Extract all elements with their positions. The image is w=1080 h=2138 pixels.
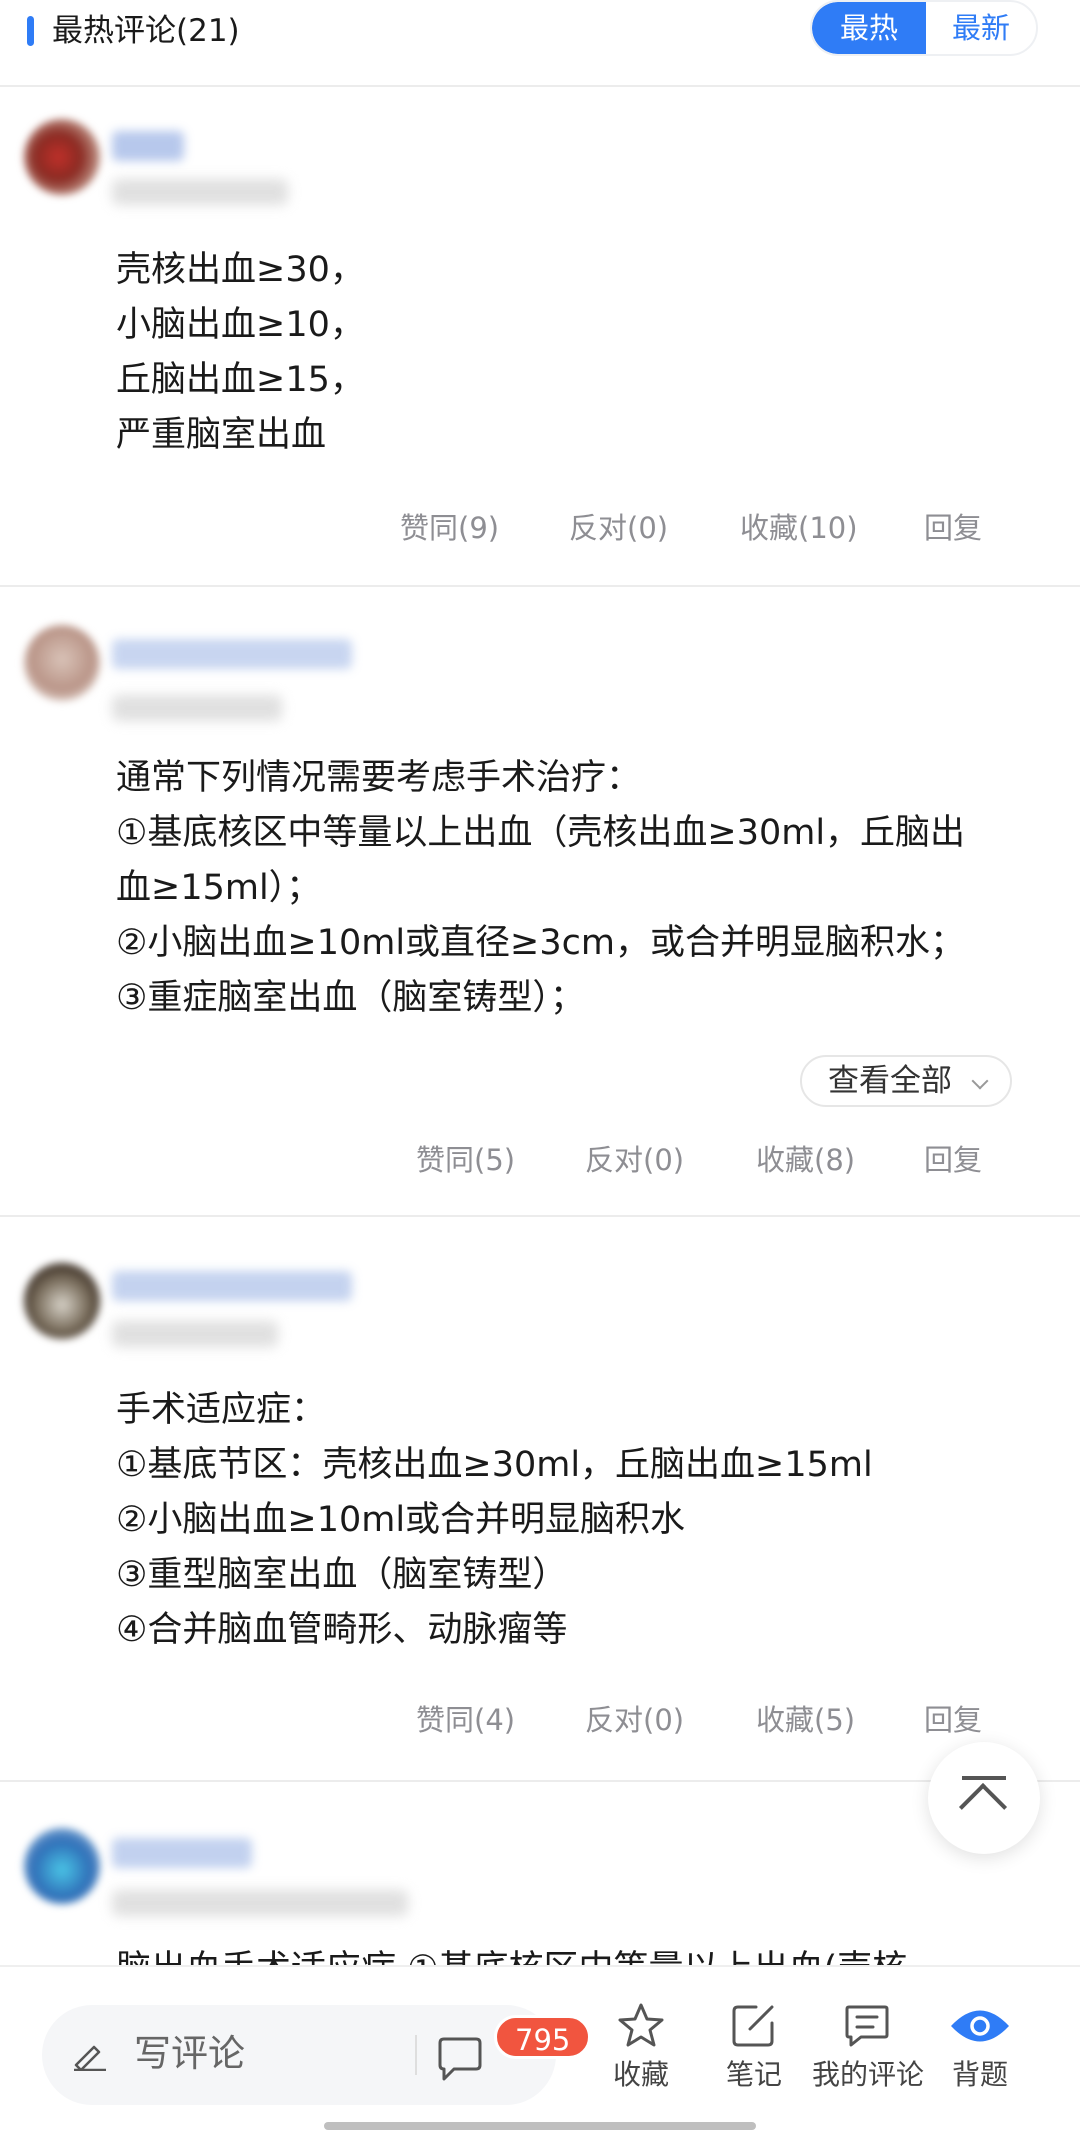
avatar[interactable] <box>24 625 100 701</box>
back-to-top-button[interactable] <box>928 1742 1040 1854</box>
comment-text: 通常下列情况需要考虑手术治疗： ①基底核区中等量以上出血（壳核出血≥30ml，丘… <box>116 758 966 1018</box>
section-accent-bar <box>27 16 34 46</box>
comment-item: 脑出血手术适应症 ①基底核区中等量以上出血(壳核 <box>0 1782 1080 1965</box>
username-blurred[interactable] <box>112 131 184 161</box>
comment-text: 壳核出血≥30， 小脑出血≥10， 丘脑出血≥15， 严重脑室出血 <box>116 250 365 455</box>
reply-button[interactable]: 回复 <box>924 505 982 547</box>
reply-button[interactable]: 回复 <box>924 1137 982 1179</box>
note-icon <box>732 2005 774 2047</box>
username-blurred[interactable] <box>112 1838 252 1868</box>
username-blurred[interactable] <box>112 639 352 669</box>
avatar[interactable] <box>24 119 100 195</box>
collect-button[interactable]: 收藏(10) <box>740 505 858 547</box>
avatar[interactable] <box>24 1828 100 1904</box>
like-button[interactable]: 赞同(4) <box>416 1697 515 1739</box>
eye-icon <box>951 2010 1009 2042</box>
comment-item: 壳核出血≥30， 小脑出血≥10， 丘脑出血≥15， 严重脑室出血 赞同(9) … <box>0 87 1080 587</box>
post-date-blurred <box>112 179 288 205</box>
comment-count-badge: 795 <box>494 2015 592 2059</box>
post-date-blurred <box>112 695 282 721</box>
back-to-top-icon <box>962 1776 1006 1780</box>
section-title: 最热评论(21) <box>52 13 240 49</box>
comment-actions: 赞同(5) 反对(0) 收藏(8) 回复 <box>0 1137 1080 1177</box>
collect-button[interactable]: 收藏(5) <box>756 1697 855 1739</box>
post-date-blurred <box>112 1890 408 1916</box>
oppose-button[interactable]: 反对(0) <box>585 1697 684 1739</box>
reply-button[interactable]: 回复 <box>924 1697 982 1739</box>
comment-text: 手术适应症： ①基底节区：壳核出血≥30ml，丘脑出血≥15ml ②小脑出血≥1… <box>116 1390 873 1650</box>
star-icon <box>618 2003 664 2047</box>
like-button[interactable]: 赞同(9) <box>400 505 499 547</box>
like-button[interactable]: 赞同(5) <box>416 1137 515 1179</box>
notes-tool[interactable]: 笔记 <box>699 2001 809 2095</box>
sort-hot-button[interactable]: 最热 <box>812 2 926 54</box>
comment-actions: 赞同(9) 反对(0) 收藏(10) 回复 <box>0 505 1080 545</box>
comment-icon[interactable] <box>434 2035 486 2083</box>
my-comments-icon <box>845 2005 889 2047</box>
post-date-blurred <box>112 1321 278 1347</box>
oppose-button[interactable]: 反对(0) <box>569 505 668 547</box>
divider <box>415 2035 417 2075</box>
pencil-icon <box>74 2045 106 2071</box>
collect-button[interactable]: 收藏(8) <box>756 1137 855 1179</box>
chevron-down-icon <box>971 1072 989 1090</box>
comment-actions: 赞同(4) 反对(0) 收藏(5) 回复 <box>0 1697 1080 1737</box>
view-all-button[interactable]: 查看全部 <box>800 1055 1012 1107</box>
sort-toggle: 最热 最新 <box>810 0 1038 56</box>
username-blurred[interactable] <box>112 1271 352 1301</box>
sort-new-button[interactable]: 最新 <box>926 2 1036 54</box>
comment-text: 脑出血手术适应症 ①基底核区中等量以上出血(壳核 <box>116 1942 1036 1965</box>
comments-header: 最热评论(21) 最热 最新 <box>0 0 1080 87</box>
comment-item: 手术适应症： ①基底节区：壳核出血≥30ml，丘脑出血≥15ml ②小脑出血≥1… <box>0 1217 1080 1782</box>
home-indicator <box>324 2122 756 2130</box>
write-comment-placeholder: 写评论 <box>134 2032 245 2075</box>
oppose-button[interactable]: 反对(0) <box>585 1137 684 1179</box>
my-comments-tool[interactable]: 我的评论 <box>812 2001 924 2095</box>
avatar[interactable] <box>24 1263 100 1339</box>
comment-item: 通常下列情况需要考虑手术治疗： ①基底核区中等量以上出血（壳核出血≥30ml，丘… <box>0 587 1080 1217</box>
recite-tool[interactable]: 背题 <box>925 2001 1035 2095</box>
bottom-action-bar: 写评论 795 收藏 笔记 我的评论 背题 <box>0 1965 1080 2138</box>
write-comment-input[interactable]: 写评论 795 <box>42 2005 592 2105</box>
collect-tool[interactable]: 收藏 <box>586 2001 696 2095</box>
